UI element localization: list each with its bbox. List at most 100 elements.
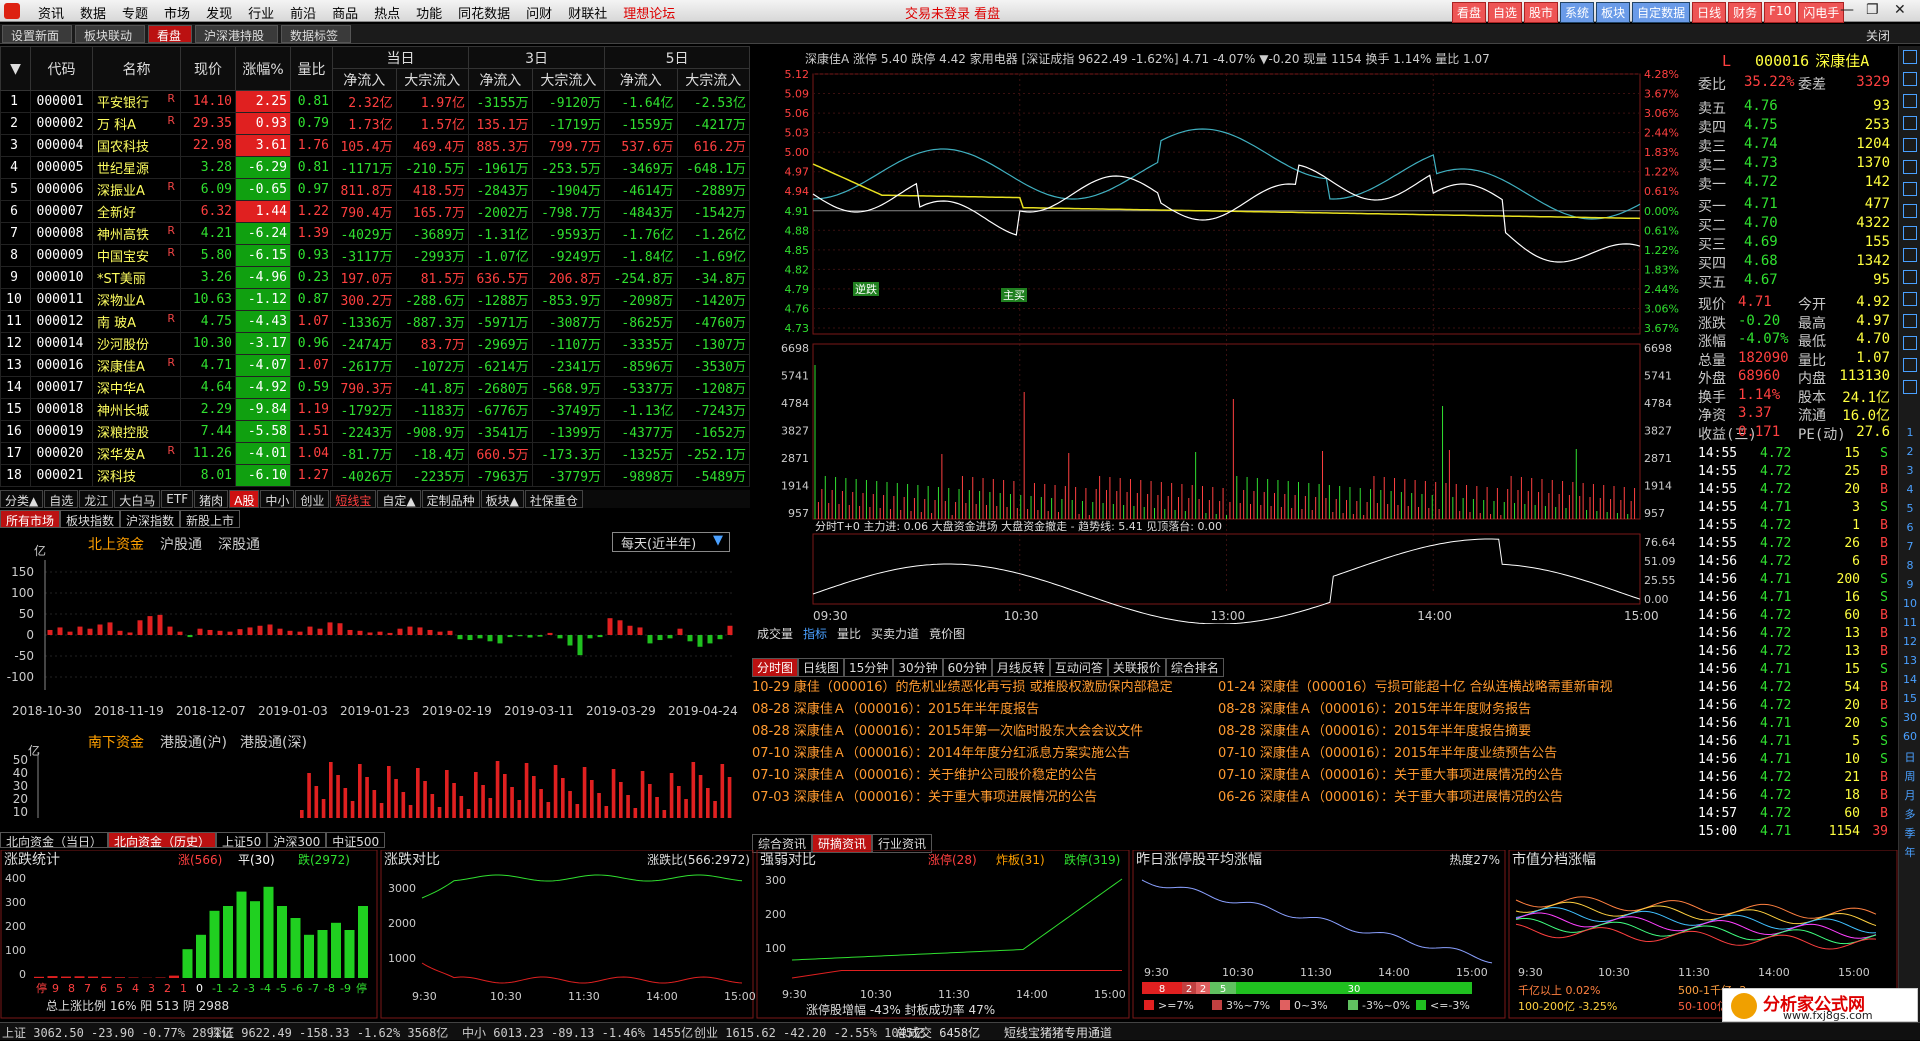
news-item[interactable]: 07-10 深康佳Ａ（000016）：2015年半年度业绩预告公告 [1218,742,1688,764]
indicator-tab[interactable]: 指标 [803,625,827,642]
category-tab[interactable]: 分类▲ [0,490,43,508]
menu-item[interactable]: 资讯 [30,3,72,22]
tool-icon[interactable] [1903,336,1917,350]
quick-button[interactable]: 股市 [1524,2,1558,23]
news-tab[interactable]: 综合排名 [1166,658,1224,677]
col-bigin[interactable]: 大宗流入 [396,69,468,91]
period-button[interactable]: 季 [1899,825,1920,841]
news-tab[interactable]: 30分钟 [893,658,942,677]
menu-item[interactable]: 市场 [156,3,198,22]
quick-button[interactable]: 财务 [1728,2,1762,23]
category-tab[interactable]: 大白马 [114,490,160,508]
category-tab[interactable]: ETF [161,490,193,508]
table-row[interactable]: 16000019深粮控股7.44-5.581.51-2243万-908.9万-3… [1,421,750,443]
news-tab[interactable]: 关联报价 [1108,658,1166,677]
period-button[interactable]: 12 [1899,635,1920,648]
news-item[interactable]: 08-28 深康佳Ａ（000016）：2015年半年度报告摘要 [1218,720,1688,742]
category-tab[interactable]: 自定▲ [377,490,420,508]
table-row[interactable]: 14000017深中华A4.64-4.920.59790.3万-41.8万-26… [1,377,750,399]
news-item[interactable]: 07-03 深康佳Ａ（000016）：关于重大事项进展情况的公告 [752,786,1222,808]
table-row[interactable]: 2000002万 科AR29.350.930.791.73亿1.57亿135.1… [1,113,750,135]
news-item[interactable]: 08-28 深康佳Ａ（000016）：2015年半年度报告 [752,698,1222,720]
workspace-tab[interactable]: 看盘 [148,25,192,43]
col-code[interactable]: 代码 [31,47,93,91]
status-item[interactable]: 上证 3062.50 -23.90 -0.77% 2891亿 [2,1024,233,1041]
category-tab[interactable]: 创业 [295,490,329,508]
tool-icon[interactable] [1903,204,1917,218]
market-tab[interactable]: 新股上市 [180,510,240,528]
table-row[interactable]: 8000009中国宝安R5.80-6.150.93-3117万-2993万-1.… [1,245,750,267]
period-button[interactable]: 周 [1899,768,1920,784]
period-button[interactable]: 11 [1899,616,1920,629]
tool-icon[interactable] [1903,380,1917,394]
login-status[interactable]: 交易未登录 看盘 [905,3,1000,22]
news-tab[interactable]: 互动问答 [1050,658,1108,677]
category-tab[interactable]: 自选 [44,490,78,508]
south-title[interactable]: 南下资金 [88,732,144,752]
workspace-tab[interactable]: 数据标签 [281,25,351,43]
workspace-tab[interactable]: 设置新面 [2,25,72,43]
news-item[interactable]: 10-29 康佳（000016）的危机业绩恶化再亏损 或推股权激励保内部稳定 [752,676,1222,698]
col-name[interactable]: 名称 [93,47,181,91]
close-page-button[interactable]: 关闭 [1866,27,1890,44]
period-button[interactable]: 5 [1899,502,1920,515]
news-item[interactable]: 01-24 深康佳（000016）亏损可能超十亿 合纵连横战略需重新审视 [1218,676,1688,698]
market-tab[interactable]: 所有市场 [0,510,60,528]
col-bigin[interactable]: 大宗流入 [677,69,749,91]
table-row[interactable]: 15000018神州长城2.29-9.841.19-1792万-1183万-67… [1,399,750,421]
period-button[interactable]: 1 [1899,426,1920,439]
quick-button[interactable]: 看盘 [1452,2,1486,23]
south-sub-sz[interactable]: 港股通(深) [240,732,307,752]
status-item[interactable]: 深证 9622.49 -158.33 -1.62% 3568亿 [210,1024,448,1041]
news-item[interactable]: 06-26 深康佳Ａ（000016）：关于重大事项进展情况的公告 [1218,786,1688,808]
quick-button[interactable]: F10 [1764,2,1796,23]
category-tab[interactable]: 猪肉 [194,490,228,508]
indicator-tab[interactable]: 成交量 [757,625,793,642]
status-item[interactable]: 总成交 6458亿 [896,1024,980,1041]
menu-item[interactable]: 专题 [114,3,156,22]
news-item[interactable]: 07-10 深康佳Ａ（000016）：关于维护公司股价稳定的公告 [752,764,1222,786]
tool-icon[interactable] [1903,72,1917,86]
period-button[interactable]: 9 [1899,578,1920,591]
tool-icon[interactable] [1903,160,1917,174]
menu-item[interactable]: 问财 [518,3,560,22]
table-row[interactable]: 1000001平安银行R14.102.250.812.32亿1.97亿-3155… [1,91,750,113]
menu-item[interactable]: 发现 [198,3,240,22]
quick-button[interactable]: 自选 [1488,2,1522,23]
period-button[interactable]: 8 [1899,559,1920,572]
table-row[interactable]: 9000010*ST美丽3.26-4.960.23197.0万81.5万636.… [1,267,750,289]
restore-icon[interactable]: ❐ [1866,2,1879,18]
period-dropdown[interactable]: 每天(近半年)▼ [612,532,730,552]
col-bigin[interactable]: 大宗流入 [532,69,604,91]
col-netin[interactable]: 净流入 [333,69,397,91]
menu-item[interactable]: 行业 [240,3,282,22]
menu-item[interactable]: 功能 [408,3,450,22]
table-row[interactable]: 3000004国农科技22.983.611.76105.4万469.4万885.… [1,135,750,157]
category-tab[interactable]: A股 [229,490,259,508]
table-row[interactable]: 17000020深华发AR11.26-4.011.04-81.7万-18.4万6… [1,443,750,465]
col-volratio[interactable]: 量比 [291,47,333,91]
tool-icon[interactable] [1903,270,1917,284]
menu-item[interactable]: 理想论坛 [615,3,683,22]
quick-button[interactable]: 闪电手 [1798,2,1844,23]
period-button[interactable]: 6 [1899,521,1920,534]
category-tab[interactable]: 龙江 [79,490,113,508]
menu-item[interactable]: 热点 [366,3,408,22]
period-button[interactable]: 30 [1899,711,1920,724]
market-tab[interactable]: 沪深指数 [120,510,180,528]
period-button[interactable]: 多 [1899,806,1920,822]
status-item[interactable]: 中小 6013.23 -89.13 -1.46% 1455亿 [462,1024,693,1041]
table-row[interactable]: 13000016深康佳AR4.71-4.071.07-2617万-1072万-6… [1,355,750,377]
south-sub-sh[interactable]: 港股通(沪) [160,732,227,752]
news-tab[interactable]: 月线反转 [992,658,1050,677]
tool-icon[interactable] [1903,94,1917,108]
indicator-tab[interactable]: 量比 [837,625,861,642]
period-button[interactable]: 月 [1899,787,1920,803]
tool-icon[interactable] [1903,116,1917,130]
news-item[interactable]: 08-28 深康佳Ａ（000016）：2015年第一次临时股东大会会议文件 [752,720,1222,742]
period-button[interactable]: 15 [1899,692,1920,705]
period-button[interactable]: 7 [1899,540,1920,553]
quick-button[interactable]: 板块 [1596,2,1630,23]
tool-icon[interactable] [1903,182,1917,196]
category-tab[interactable]: 中小 [260,490,294,508]
